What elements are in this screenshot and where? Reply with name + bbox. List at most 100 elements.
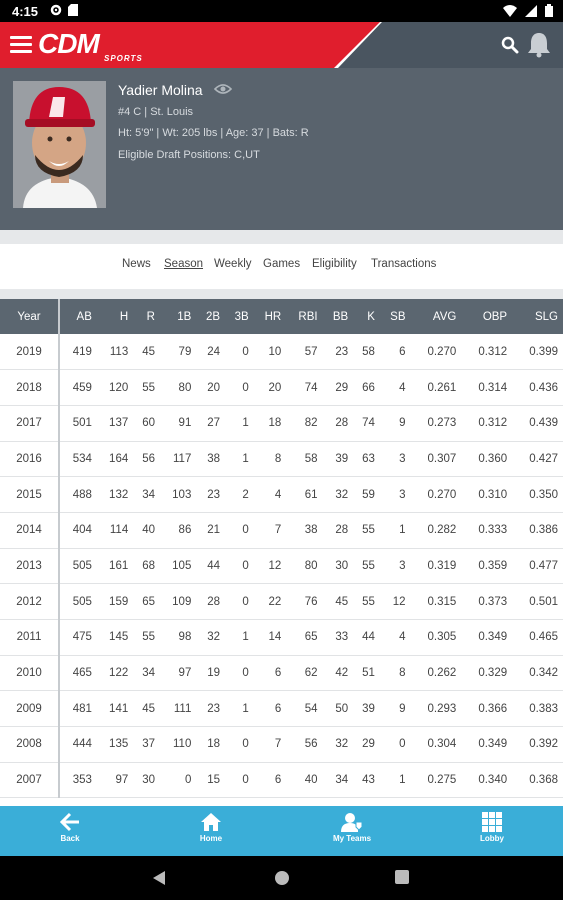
tab-games[interactable]: Games xyxy=(263,258,300,270)
stat-cell: 18 xyxy=(207,738,221,751)
table-row: 2012 505 159 65 109 28 0 22 76 45 55 12 0.315 0.373 0.… xyxy=(0,583,563,620)
notification-bell-icon[interactable] xyxy=(527,32,551,58)
table-row: 2013 505 161 68 105 44 0 12 80 30 55 3 0.319 0.359 0.4… xyxy=(0,548,563,584)
stat-cell: 55 xyxy=(142,631,155,644)
stat-cell: 28 xyxy=(207,595,221,608)
column-header[interactable]: Year xyxy=(0,299,60,334)
stat-cell: 7 xyxy=(274,738,282,751)
table-row: 2008 444 135 37 110 18 0 7 56 32 29 0 0.304 0.349 0.39… xyxy=(0,726,563,763)
stat-cell: 0.342 xyxy=(529,667,558,680)
stat-cell: 0.368 xyxy=(529,774,558,787)
stat-cell: 21 xyxy=(207,524,221,537)
stat-cell: 10 xyxy=(268,345,282,358)
section-divider xyxy=(0,289,563,299)
tab-weekly[interactable]: Weekly xyxy=(214,258,252,270)
section-divider xyxy=(0,230,563,244)
stat-cell: 1 xyxy=(242,417,249,430)
nav-back[interactable]: Back xyxy=(35,812,105,843)
stat-cell: 45 xyxy=(335,595,349,608)
stat-cell: 1 xyxy=(242,452,249,465)
stat-cell: 44 xyxy=(207,559,221,572)
stat-cell: 0.319 xyxy=(427,559,457,572)
column-header[interactable]: H xyxy=(97,299,133,334)
column-header[interactable]: SLG xyxy=(512,299,563,334)
android-recents-icon[interactable] xyxy=(395,870,409,884)
year-cell: 2012 xyxy=(0,583,60,620)
table-row: 2018 459 120 55 80 20 0 20 74 29 66 4 0.261 0.314 0.43… xyxy=(0,369,563,406)
column-header[interactable]: RBI xyxy=(286,299,322,334)
column-header[interactable]: BB xyxy=(323,299,354,334)
stat-cell: 98 xyxy=(178,631,192,644)
stat-cell: 120 xyxy=(109,381,129,394)
cdm-logo[interactable]: CDM xyxy=(38,28,100,60)
stat-cell: 7 xyxy=(274,524,282,537)
column-header[interactable]: 2B xyxy=(196,299,225,334)
stat-cell: 465 xyxy=(72,667,92,680)
stat-cell: 0.477 xyxy=(529,559,558,572)
column-header[interactable]: R xyxy=(133,299,160,334)
stat-cell: 55 xyxy=(362,524,375,537)
stat-cell: 12 xyxy=(268,559,282,572)
stat-cell: 74 xyxy=(304,381,318,394)
stat-cell: 91 xyxy=(178,417,192,430)
tab-season[interactable]: Season xyxy=(164,258,203,270)
column-header[interactable]: AVG xyxy=(411,299,462,334)
stat-cell: 42 xyxy=(335,667,349,680)
column-header[interactable]: OBP xyxy=(461,299,512,334)
stat-cell: 62 xyxy=(304,667,318,680)
stat-cell: 0 xyxy=(399,738,406,751)
stat-cell: 56 xyxy=(304,738,318,751)
stat-cell: 0.465 xyxy=(529,631,558,644)
android-back-icon[interactable] xyxy=(152,870,166,886)
stat-cell: 29 xyxy=(362,738,375,751)
column-header[interactable]: K xyxy=(353,299,380,334)
android-home-icon[interactable] xyxy=(274,870,290,886)
stat-cell: 97 xyxy=(115,774,129,787)
stat-cell: 0.310 xyxy=(478,488,508,501)
nav-lobby[interactable]: Lobby xyxy=(457,812,527,843)
year-cell: 2009 xyxy=(0,690,60,727)
tab-news[interactable]: News xyxy=(122,258,151,270)
stat-cell: 34 xyxy=(335,774,349,787)
stat-cell: 161 xyxy=(109,559,129,572)
tab-transactions[interactable]: Transactions xyxy=(371,258,436,270)
app-bar: CDM SPORTS xyxy=(0,22,563,68)
search-icon[interactable] xyxy=(501,36,519,54)
watch-eye-icon[interactable] xyxy=(214,83,232,95)
table-row: 2010 465 122 34 97 19 0 6 62 42 51 8 0.262 0.329 0.342 xyxy=(0,655,563,691)
stat-cell: 103 xyxy=(172,488,192,501)
menu-icon[interactable] xyxy=(10,36,32,54)
stat-cell: 8 xyxy=(274,452,282,465)
stat-cell: 141 xyxy=(109,702,129,715)
column-header[interactable]: AB xyxy=(59,299,97,334)
stat-cell: 0 xyxy=(242,667,249,680)
nav-my-teams[interactable]: My Teams xyxy=(317,812,387,843)
stat-cell: 0.501 xyxy=(529,595,558,608)
stat-cell: 0.436 xyxy=(529,381,558,394)
stat-cell: 39 xyxy=(362,702,375,715)
column-header[interactable]: SB xyxy=(380,299,411,334)
stat-cell: 19 xyxy=(207,667,221,680)
year-cell: 2013 xyxy=(0,548,60,584)
year-cell: 2007 xyxy=(0,762,60,798)
stat-cell: 57 xyxy=(304,345,318,358)
stat-cell: 0.427 xyxy=(529,452,558,465)
nav-home[interactable]: Home xyxy=(176,812,246,843)
stat-cell: 38 xyxy=(304,524,318,537)
stat-cell: 114 xyxy=(109,524,129,537)
stat-cell: 0.399 xyxy=(529,345,558,358)
stat-cell: 0 xyxy=(242,345,249,358)
stat-cell: 1 xyxy=(242,631,249,644)
stat-cell: 1 xyxy=(399,774,406,787)
year-cell: 2011 xyxy=(0,619,60,656)
stat-cell: 0 xyxy=(242,559,249,572)
column-header[interactable]: HR xyxy=(254,299,287,334)
stat-cell: 79 xyxy=(178,345,192,358)
column-header[interactable]: 3B xyxy=(225,299,254,334)
column-header[interactable]: 1B xyxy=(160,299,196,334)
stat-cell: 2 xyxy=(242,488,249,501)
stat-cell: 501 xyxy=(72,417,92,430)
tab-eligibility[interactable]: Eligibility xyxy=(312,258,357,270)
stat-cell: 45 xyxy=(142,702,155,715)
nav-my-teams-label: My Teams xyxy=(332,834,372,843)
